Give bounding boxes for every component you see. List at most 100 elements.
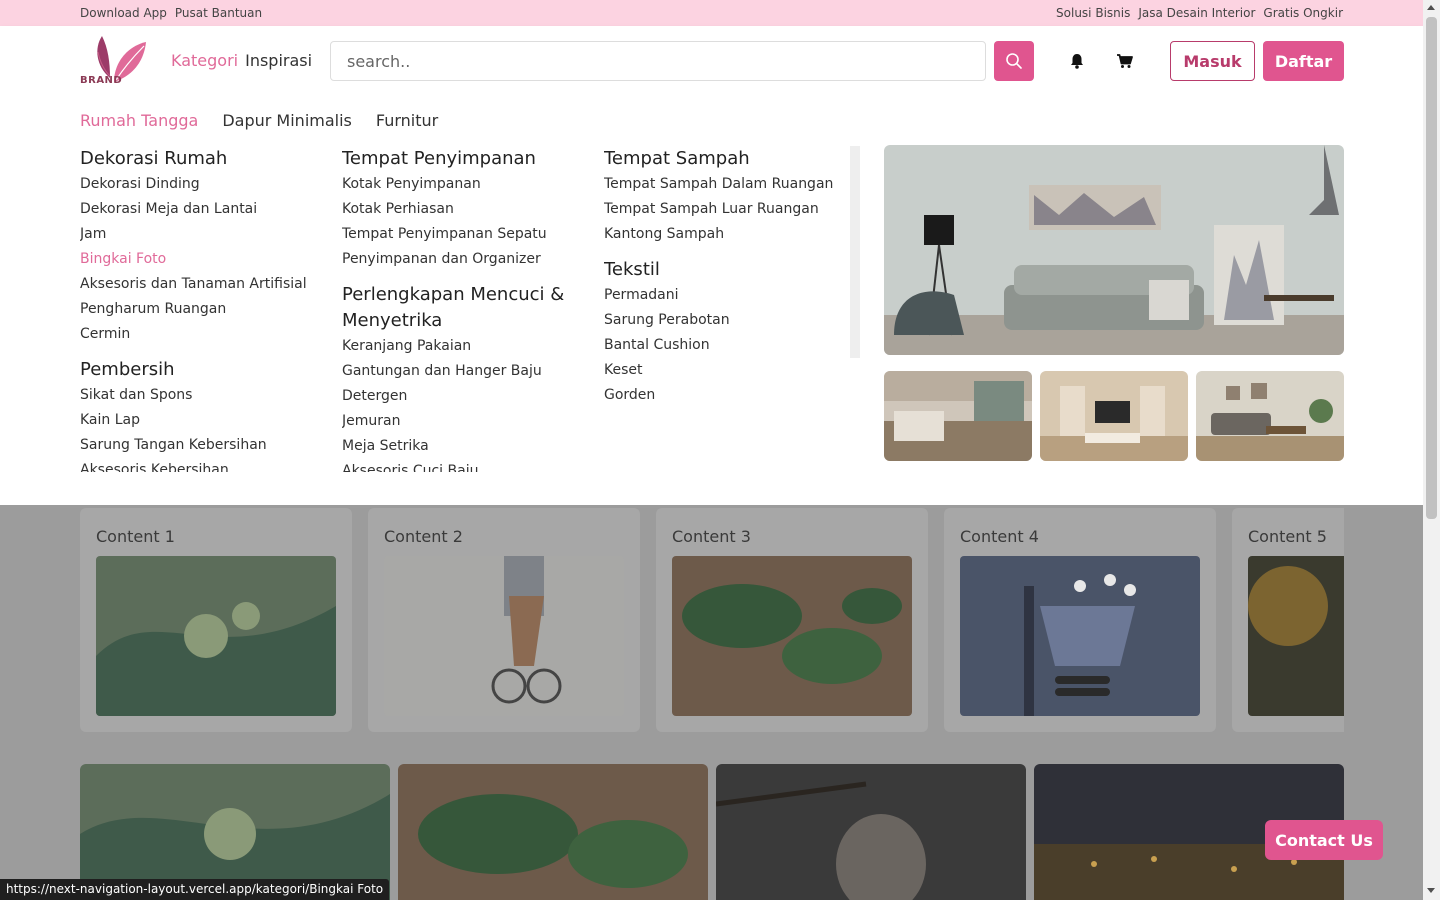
grid-image[interactable] bbox=[398, 764, 708, 900]
mega-menu: Rumah Tangga Dapur Minimalis Furnitur De… bbox=[0, 96, 1423, 505]
category-group: Tempat Penyimpanan Kotak Penyimpanan Kot… bbox=[342, 146, 582, 272]
scroll-up-arrow-icon[interactable] bbox=[1427, 5, 1435, 10]
content-card[interactable]: Content 1 bbox=[80, 508, 352, 732]
interior-design-link[interactable]: Jasa Desain Interior bbox=[1138, 6, 1255, 20]
content-card[interactable]: Content 2 bbox=[368, 508, 640, 732]
category-link[interactable]: Permadani bbox=[604, 283, 844, 308]
content-cards: Content 1 Content 2 Content 3 Content 4 … bbox=[80, 508, 1344, 732]
category-link[interactable]: Keset bbox=[604, 358, 844, 383]
category-link[interactable]: Pengharum Ruangan bbox=[80, 297, 320, 322]
category-link-hovered[interactable]: Bingkai Foto bbox=[80, 247, 320, 272]
content-card-title: Content 5 bbox=[1248, 527, 1327, 546]
nav-inspirasi[interactable]: Inspirasi bbox=[245, 51, 312, 70]
grid-image[interactable] bbox=[716, 764, 1026, 900]
kitchen-thumbnail[interactable] bbox=[884, 371, 1032, 461]
category-heading[interactable]: Dekorasi Rumah bbox=[80, 146, 320, 172]
category-link[interactable]: Cermin bbox=[80, 322, 320, 347]
scroll-down-arrow-icon[interactable] bbox=[1427, 888, 1435, 893]
category-link[interactable]: Kotak Perhiasan bbox=[342, 197, 582, 222]
content-card-image bbox=[960, 556, 1200, 716]
content-card[interactable]: Content 5 bbox=[1232, 508, 1344, 732]
header: BRAND Kategori Inspirasi Masuk Daftar bbox=[0, 26, 1423, 96]
category-link[interactable]: Meja Setrika bbox=[342, 434, 582, 459]
tab-furnitur[interactable]: Furnitur bbox=[376, 111, 438, 130]
content-card-title: Content 3 bbox=[672, 527, 751, 546]
content-card-image bbox=[384, 556, 624, 716]
content-card-image bbox=[1248, 556, 1344, 716]
category-group: Perlengkapan Mencuci & Menyetrika Keranj… bbox=[342, 282, 582, 472]
cart-icon[interactable] bbox=[1116, 52, 1134, 70]
category-link[interactable]: Bantal Cushion bbox=[604, 333, 844, 358]
category-link[interactable]: Penyimpanan dan Organizer bbox=[342, 247, 582, 272]
scrollbar-thumb[interactable] bbox=[1426, 17, 1437, 519]
category-link[interactable]: Kain Lap bbox=[80, 408, 320, 433]
category-column-3: Tempat Sampah Tempat Sampah Dalam Ruanga… bbox=[604, 146, 844, 472]
category-heading[interactable]: Tempat Penyimpanan bbox=[342, 146, 582, 172]
category-group: Pembersih Sikat dan Spons Kain Lap Sarun… bbox=[80, 357, 320, 472]
category-link[interactable]: Jam bbox=[80, 222, 320, 247]
login-button[interactable]: Masuk bbox=[1170, 41, 1255, 81]
nav-kategori[interactable]: Kategori bbox=[171, 51, 238, 70]
category-heading[interactable]: Tempat Sampah bbox=[604, 146, 844, 172]
page-scrollbar[interactable] bbox=[1423, 0, 1440, 900]
category-link[interactable]: Tempat Sampah Dalam Ruangan bbox=[604, 172, 844, 197]
lounge-photo bbox=[1196, 371, 1344, 461]
category-heading[interactable]: Pembersih bbox=[80, 357, 320, 383]
register-button[interactable]: Daftar bbox=[1263, 41, 1344, 81]
category-group: Dekorasi Rumah Dekorasi Dinding Dekorasi… bbox=[80, 146, 320, 347]
free-shipping-link[interactable]: Gratis Ongkir bbox=[1263, 6, 1343, 20]
tv-room-photo bbox=[1040, 371, 1188, 461]
category-link[interactable]: Gantungan dan Hanger Baju bbox=[342, 359, 582, 384]
bell-icon[interactable] bbox=[1068, 52, 1086, 70]
category-link[interactable]: Kantong Sampah bbox=[604, 222, 844, 247]
category-link[interactable]: Keranjang Pakaian bbox=[342, 334, 582, 359]
category-link[interactable]: Aksesoris Kebersihan bbox=[80, 458, 320, 472]
download-app-link[interactable]: Download App bbox=[80, 6, 167, 20]
living-room-image bbox=[884, 145, 1344, 355]
living-room-thumbnail[interactable] bbox=[1040, 371, 1188, 461]
top-bar-right: Solusi Bisnis Jasa Desain Interior Grati… bbox=[1056, 6, 1343, 20]
tab-dapur-minimalis[interactable]: Dapur Minimalis bbox=[222, 111, 352, 130]
category-link[interactable]: Jemuran bbox=[342, 409, 582, 434]
category-column-2: Tempat Penyimpanan Kotak Penyimpanan Kot… bbox=[342, 146, 582, 472]
kitchen-photo bbox=[884, 371, 1032, 461]
content-card-title: Content 2 bbox=[384, 527, 463, 546]
help-center-link[interactable]: Pusat Bantuan bbox=[175, 6, 262, 20]
category-link[interactable]: Sikat dan Spons bbox=[80, 383, 320, 408]
lounge-thumbnail[interactable] bbox=[1196, 371, 1344, 461]
category-link[interactable]: Tempat Penyimpanan Sepatu bbox=[342, 222, 582, 247]
living-room-photo bbox=[884, 145, 1344, 355]
tab-rumah-tangga[interactable]: Rumah Tangga bbox=[80, 111, 198, 130]
content-card-image bbox=[672, 556, 912, 716]
category-column-1: Dekorasi Rumah Dekorasi Dinding Dekorasi… bbox=[80, 146, 320, 472]
brand-logo-text: BRAND bbox=[80, 75, 123, 86]
category-link[interactable]: Kotak Penyimpanan bbox=[342, 172, 582, 197]
category-link[interactable]: Gorden bbox=[604, 383, 844, 408]
category-link[interactable]: Sarung Tangan Kebersihan bbox=[80, 433, 320, 458]
content-card-title: Content 4 bbox=[960, 527, 1039, 546]
category-link[interactable]: Aksesoris dan Tanaman Artifisial bbox=[80, 272, 320, 297]
top-bar-left: Download App Pusat Bantuan bbox=[80, 6, 262, 20]
category-link[interactable]: Detergen bbox=[342, 384, 582, 409]
business-solution-link[interactable]: Solusi Bisnis bbox=[1056, 6, 1130, 20]
category-heading[interactable]: Tekstil bbox=[604, 257, 844, 283]
search-icon bbox=[1006, 53, 1022, 69]
category-link[interactable]: Dekorasi Meja dan Lantai bbox=[80, 197, 320, 222]
content-card[interactable]: Content 4 bbox=[944, 508, 1216, 732]
category-link[interactable]: Tempat Sampah Luar Ruangan bbox=[604, 197, 844, 222]
brand-logo[interactable]: BRAND bbox=[80, 32, 150, 88]
category-link[interactable]: Dekorasi Dinding bbox=[80, 172, 320, 197]
category-link[interactable]: Sarung Perabotan bbox=[604, 308, 844, 333]
category-heading[interactable]: Perlengkapan Mencuci & Menyetrika bbox=[342, 282, 582, 334]
category-link[interactable]: Aksesoris Cuci Baju bbox=[342, 459, 582, 472]
contact-us-button[interactable]: Contact Us bbox=[1265, 820, 1383, 860]
top-bar: Download App Pusat Bantuan Solusi Bisnis… bbox=[0, 0, 1423, 26]
search-button[interactable] bbox=[994, 41, 1034, 81]
menu-scrollbar[interactable] bbox=[850, 146, 860, 358]
search-input[interactable] bbox=[330, 41, 986, 81]
main-nav: Kategori Inspirasi bbox=[171, 51, 312, 70]
status-bar-url: https://next-navigation-layout.vercel.ap… bbox=[0, 879, 390, 900]
category-group: Tempat Sampah Tempat Sampah Dalam Ruanga… bbox=[604, 146, 844, 247]
category-group: Tekstil Permadani Sarung Perabotan Banta… bbox=[604, 257, 844, 408]
content-card[interactable]: Content 3 bbox=[656, 508, 928, 732]
